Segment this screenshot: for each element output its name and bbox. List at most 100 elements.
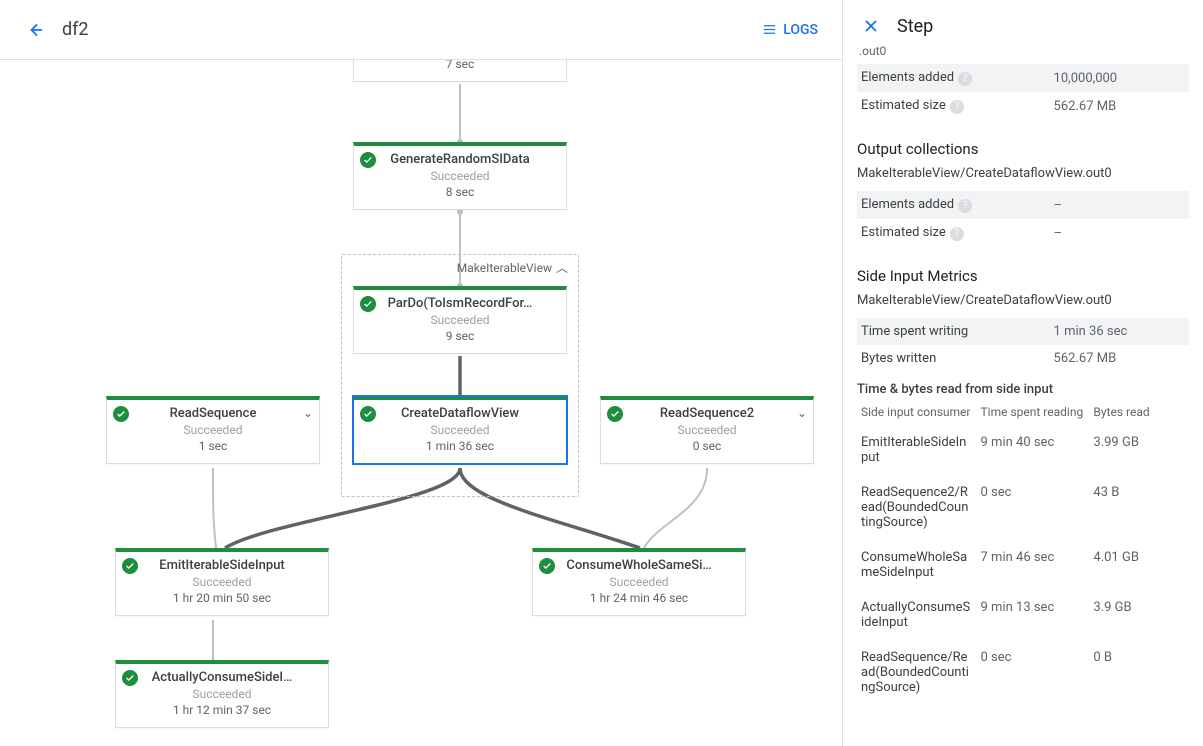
graph-node-status: Succeeded <box>124 687 320 701</box>
bytes-cell: 3.99 GB <box>1089 425 1189 475</box>
table-row: ReadSequence/Read(BoundedCountingSource)… <box>857 640 1189 705</box>
read-header-time: Time spent reading <box>977 401 1090 425</box>
graph-node-readsequence[interactable]: ⌄ ReadSequence Succeeded 1 sec <box>106 396 320 464</box>
bytes-written-label: Bytes written <box>857 345 1050 372</box>
graph-node-pardo[interactable]: ParDo(ToIsmRecordFor… Succeeded 9 sec <box>353 286 567 354</box>
main-area: df2 LOGS <box>0 0 843 746</box>
graph-node-status: Succeeded <box>541 575 737 589</box>
graph-node-status: Succeeded <box>362 169 558 183</box>
side-input-metrics-title: Side Input Metrics <box>857 267 1189 285</box>
graph-node-createdataflowview[interactable]: CreateDataflowView Succeeded 1 min 36 se… <box>353 396 567 464</box>
graph-node-status: Succeeded <box>124 575 320 589</box>
graph-node-name: CreateDataflowView <box>362 406 558 421</box>
graph-node-top[interactable]: Succeeded 7 sec <box>353 60 567 82</box>
read-table: Side input consumer Time spent reading B… <box>857 401 1189 705</box>
consumer-cell: EmitIterableSideInput <box>857 425 977 475</box>
succeeded-icon <box>539 558 555 574</box>
help-icon[interactable]: ? <box>950 100 964 114</box>
time-cell: 9 min 40 sec <box>977 425 1090 475</box>
time-cell: 0 sec <box>977 475 1090 540</box>
input-collection-table: Elements added? 10,000,000 Estimated siz… <box>857 64 1189 120</box>
estimated-size-value: – <box>1050 219 1189 247</box>
logs-icon <box>762 22 777 37</box>
elements-added-label: Elements added <box>861 70 954 85</box>
logs-label: LOGS <box>783 22 818 38</box>
graph-node-time: 9 sec <box>362 329 558 343</box>
time-cell: 0 sec <box>977 640 1090 705</box>
close-panel-button[interactable] <box>857 12 885 40</box>
graph-node-status: Succeeded <box>362 423 558 437</box>
graph-node-time: 7 sec <box>362 60 558 71</box>
graph-node-name: GenerateRandomSIData <box>362 152 558 167</box>
graph-node-time: 1 hr 12 min 37 sec <box>124 703 320 717</box>
table-row: ReadSequence2/Read(BoundedCountingSource… <box>857 475 1189 540</box>
consumer-cell: ReadSequence2/Read(BoundedCountingSource… <box>857 475 977 540</box>
graph-node-time: 1 hr 24 min 46 sec <box>541 591 737 605</box>
succeeded-icon <box>113 406 129 422</box>
graph-node-time: 0 sec <box>609 439 805 453</box>
graph-node-generate[interactable]: GenerateRandomSIData Succeeded 8 sec <box>353 142 567 210</box>
side-metrics-collection-name: MakeIterableView/CreateDataflowView.out0 <box>857 293 1189 308</box>
table-row: ActuallyConsumeSideInput9 min 13 sec3.9 … <box>857 590 1189 640</box>
succeeded-icon <box>360 152 376 168</box>
output-collection-name: MakeIterableView/CreateDataflowView.out0 <box>857 166 1189 181</box>
graph-node-name: ConsumeWholeSameSi… <box>541 558 737 573</box>
graph-node-actually[interactable]: ActuallyConsumeSideI… Succeeded 1 hr 12 … <box>115 660 329 728</box>
graph-node-emit[interactable]: EmitIterableSideInput Succeeded 1 hr 20 … <box>115 548 329 616</box>
graph-node-time: 1 hr 20 min 50 sec <box>124 591 320 605</box>
succeeded-icon <box>360 406 376 422</box>
read-section-title: Time & bytes read from side input <box>857 382 1189 397</box>
estimated-size-value: 562.67 MB <box>1050 92 1189 120</box>
succeeded-icon <box>607 406 623 422</box>
chevron-down-icon[interactable]: ⌄ <box>797 406 807 420</box>
help-icon[interactable]: ? <box>958 199 972 213</box>
graph-node-consume[interactable]: ConsumeWholeSameSi… Succeeded 1 hr 24 mi… <box>532 548 746 616</box>
output-collection-table: Elements added? – Estimated size? – <box>857 191 1189 247</box>
elements-added-label: Elements added <box>861 197 954 212</box>
compound-label[interactable]: MakeIterableView ︿ <box>457 259 568 276</box>
graph-node-time: 8 sec <box>362 185 558 199</box>
write-metrics-table: Time spent writing 1 min 36 sec Bytes wr… <box>857 318 1189 372</box>
consumer-cell: ConsumeWholeSameSideInput <box>857 540 977 590</box>
panel-header: Step <box>857 12 1189 40</box>
table-row: ConsumeWholeSameSideInput7 min 46 sec4.0… <box>857 540 1189 590</box>
time-cell: 7 min 46 sec <box>977 540 1090 590</box>
elements-added-value: – <box>1050 191 1189 219</box>
read-header-consumer: Side input consumer <box>857 401 977 425</box>
consumer-cell: ReadSequence/Read(BoundedCountingSource) <box>857 640 977 705</box>
estimated-size-label: Estimated size <box>861 98 946 113</box>
bytes-written-value: 562.67 MB <box>1050 345 1189 372</box>
step-panel: Step .out0 Elements added? 10,000,000 Es… <box>843 0 1203 746</box>
graph-node-status: Succeeded <box>609 423 805 437</box>
help-icon[interactable]: ? <box>958 72 972 86</box>
table-row: EmitIterableSideInput9 min 40 sec3.99 GB <box>857 425 1189 475</box>
back-button[interactable] <box>16 12 52 48</box>
graph-node-name: ReadSequence <box>115 406 311 421</box>
graph-canvas[interactable]: Succeeded 7 sec GenerateRandomSIData Suc… <box>0 60 842 746</box>
succeeded-icon <box>360 296 376 312</box>
compound-label-text: MakeIterableView <box>457 261 552 275</box>
bytes-cell: 43 B <box>1089 475 1189 540</box>
chevron-down-icon[interactable]: ⌄ <box>303 406 313 420</box>
bytes-cell: 0 B <box>1089 640 1189 705</box>
graph-node-readsequence2[interactable]: ⌄ ReadSequence2 Succeeded 0 sec <box>600 396 814 464</box>
help-icon[interactable]: ? <box>950 227 964 241</box>
time-cell: 9 min 13 sec <box>977 590 1090 640</box>
page-title: df2 <box>62 19 89 40</box>
logs-button[interactable]: LOGS <box>754 18 826 42</box>
read-header-bytes: Bytes read <box>1089 401 1189 425</box>
time-spent-writing-value: 1 min 36 sec <box>1050 318 1189 345</box>
graph-node-status: Succeeded <box>115 423 311 437</box>
graph-node-name: EmitIterableSideInput <box>124 558 320 573</box>
bytes-cell: 3.9 GB <box>1089 590 1189 640</box>
succeeded-icon <box>122 670 138 686</box>
header: df2 LOGS <box>0 0 842 60</box>
chevron-up-icon: ︿ <box>556 259 568 276</box>
graph-node-name: ActuallyConsumeSideI… <box>124 670 320 685</box>
graph-node-name: ParDo(ToIsmRecordFor… <box>362 296 558 311</box>
succeeded-icon <box>122 558 138 574</box>
out0-sub: .out0 <box>859 44 1189 58</box>
graph-node-status: Succeeded <box>362 313 558 327</box>
graph-node-name: ReadSequence2 <box>609 406 805 421</box>
estimated-size-label: Estimated size <box>861 225 946 240</box>
